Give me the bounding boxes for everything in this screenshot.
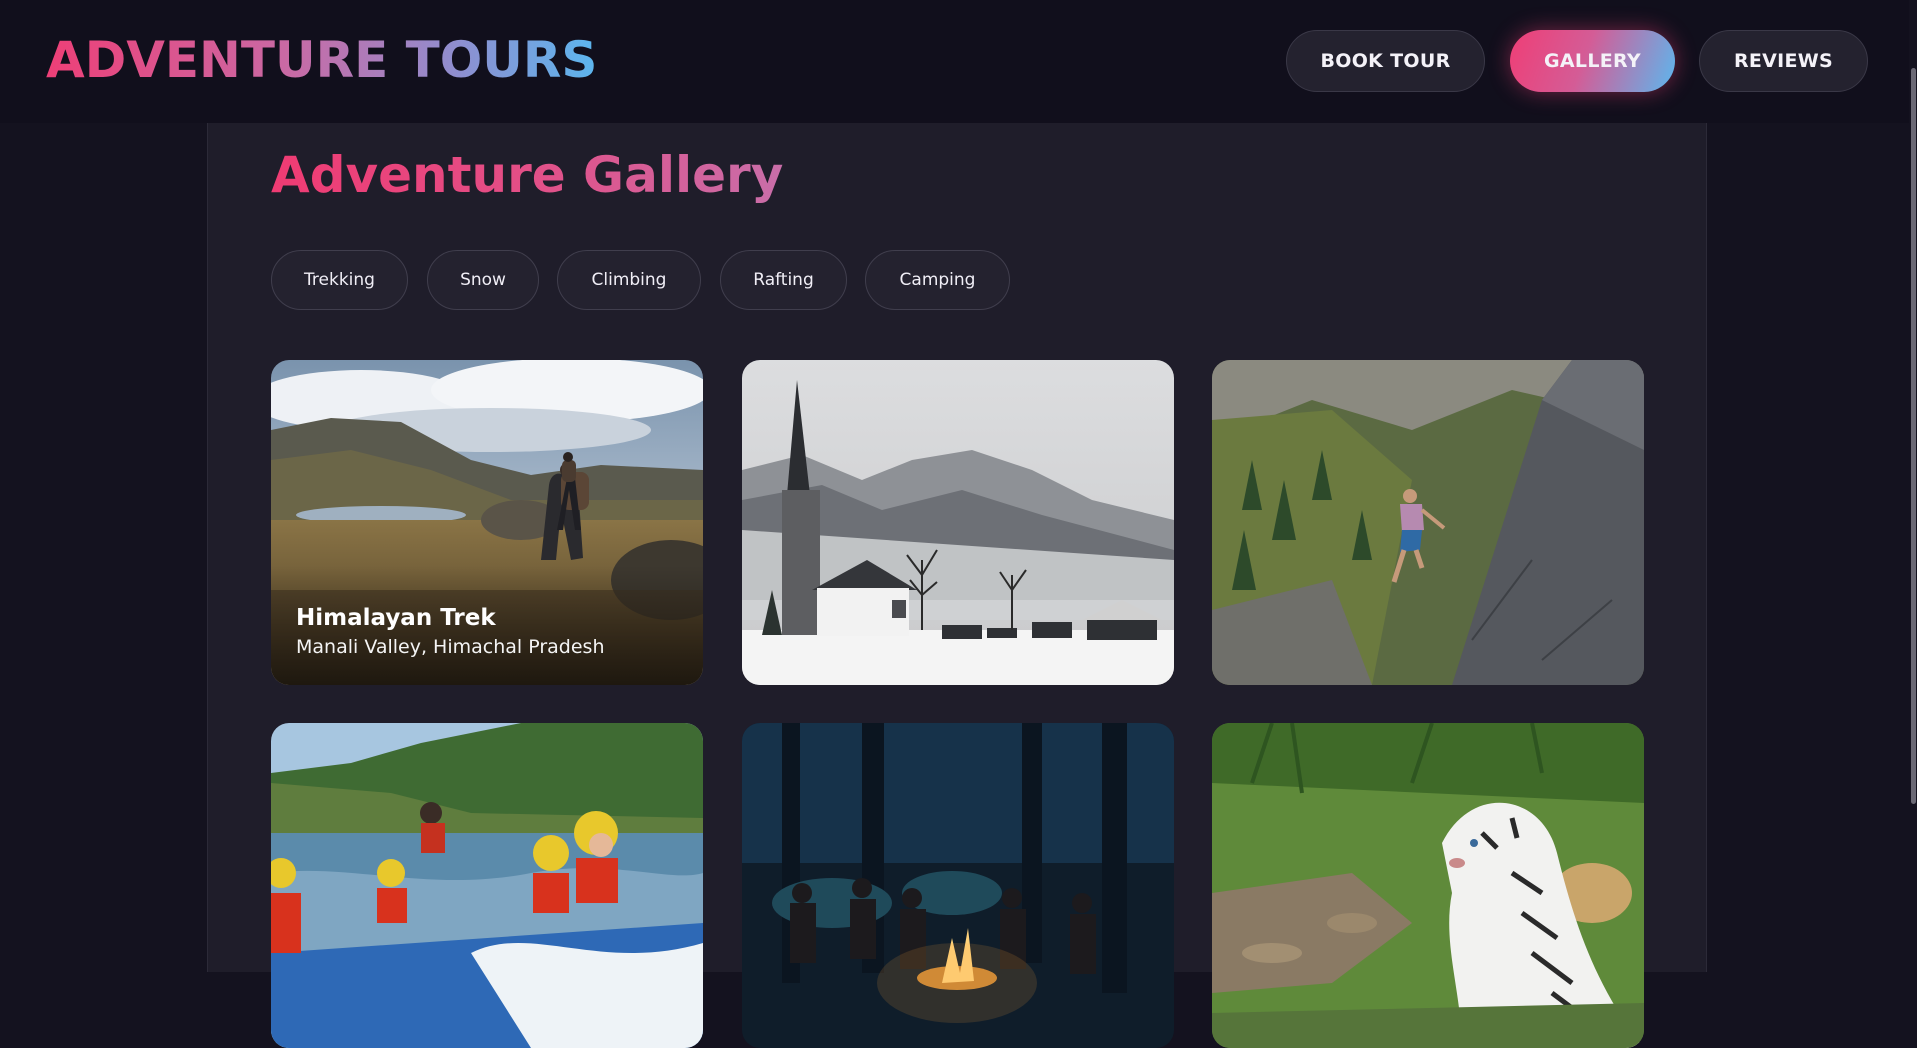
card-title: Himalayan Trek <box>296 605 496 631</box>
filter-camping[interactable]: Camping <box>865 250 1010 310</box>
campfire-photo <box>742 723 1174 1048</box>
scrollbar-thumb[interactable] <box>1911 68 1916 804</box>
filter-trekking[interactable]: Trekking <box>271 250 408 310</box>
card-location: Manali Valley, Himachal Pradesh <box>296 636 605 658</box>
site-header: ADVENTURE TOURS BOOK TOUR GALLERY REVIEW… <box>0 0 1917 123</box>
snowy-church-photo <box>742 360 1174 685</box>
filter-snow[interactable]: Snow <box>427 250 539 310</box>
gallery-card-camping[interactable] <box>742 723 1174 1048</box>
rock-climbing-photo <box>1212 360 1644 685</box>
nav-gallery-button[interactable]: GALLERY <box>1510 30 1675 92</box>
gallery-card-wildlife[interactable] <box>1212 723 1644 1048</box>
page-title: Adventure Gallery <box>271 143 783 207</box>
river-rafting-photo <box>271 723 703 1048</box>
filter-climbing[interactable]: Climbing <box>557 250 701 310</box>
nav-reviews-button[interactable]: REVIEWS <box>1699 30 1868 92</box>
gallery-card-trekking[interactable]: Himalayan Trek Manali Valley, Himachal P… <box>271 360 703 685</box>
site-logo[interactable]: ADVENTURE TOURS <box>46 30 597 90</box>
gallery-panel: Adventure Gallery Trekking Snow Climbing… <box>207 123 1707 1048</box>
filter-rafting[interactable]: Rafting <box>720 250 847 310</box>
gallery-card-rafting[interactable] <box>271 723 703 1048</box>
nav-book-tour-button[interactable]: BOOK TOUR <box>1286 30 1485 92</box>
gallery-card-snow[interactable] <box>742 360 1174 685</box>
white-tiger-photo <box>1212 723 1644 1048</box>
gallery-card-climbing[interactable] <box>1212 360 1644 685</box>
